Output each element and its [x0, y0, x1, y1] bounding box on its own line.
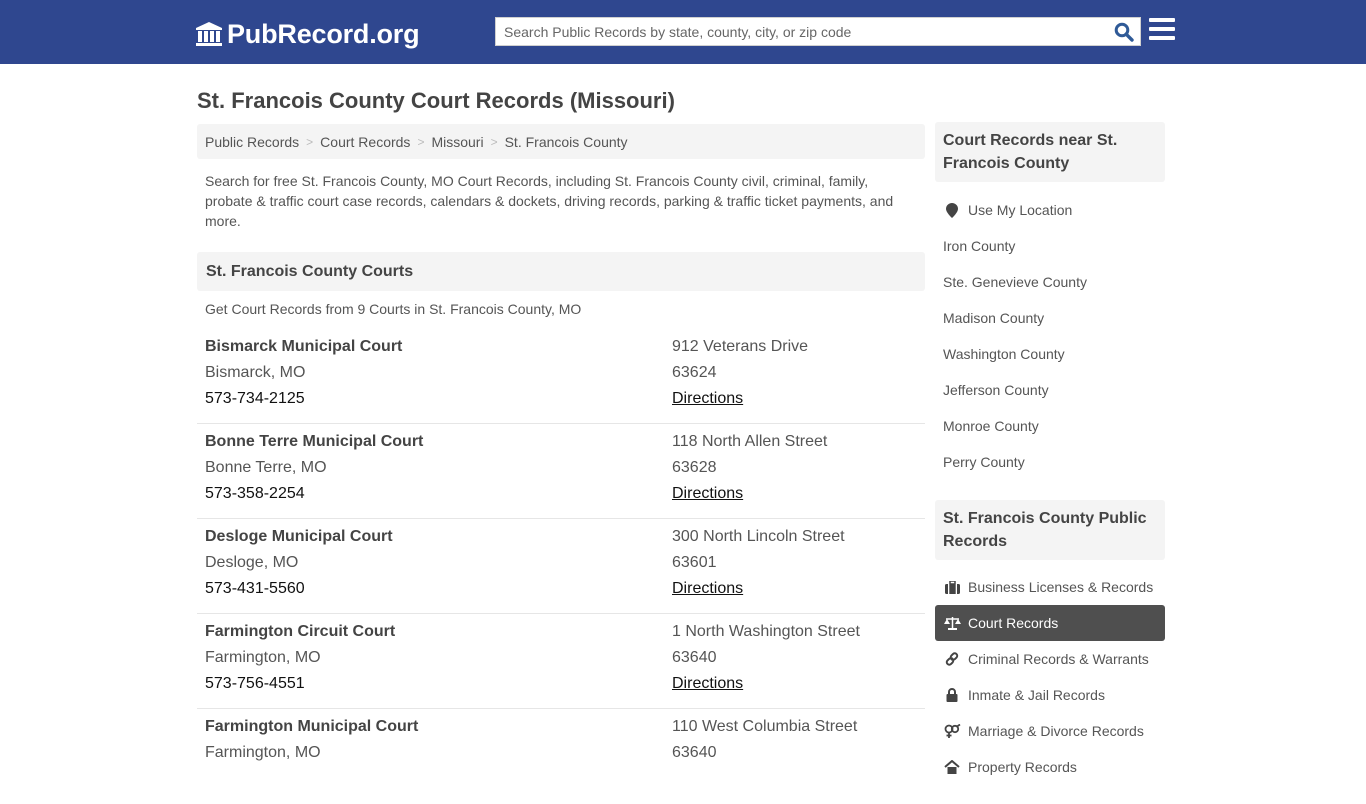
courts-section-heading: St. Francois County Courts [197, 252, 925, 291]
nearby-county-link[interactable]: Perry County [935, 444, 1165, 480]
nearby-county-link[interactable]: Madison County [935, 300, 1165, 336]
search-icon [1114, 22, 1134, 42]
courthouse-icon [196, 22, 222, 46]
courts-subtitle: Get Court Records from 9 Courts in St. F… [205, 301, 582, 317]
court-address: 1 North Washington Street [672, 623, 860, 640]
court-city: Farmington, MO [205, 744, 321, 761]
breadcrumb-separator: > [306, 134, 314, 149]
court-phone[interactable]: 573-431-5560 [205, 580, 305, 598]
logo-text: PubRecord.org [227, 18, 420, 49]
sidebar-item-criminal-records[interactable]: Criminal Records & Warrants [935, 641, 1165, 677]
court-item: Bonne Terre Municipal Court Bonne Terre,… [197, 424, 925, 519]
sidebar-item-court-records[interactable]: Court Records [935, 605, 1165, 641]
site-logo[interactable]: PubRecord.org [195, 17, 420, 51]
directions-link[interactable]: Directions [672, 675, 743, 693]
court-phone[interactable]: 573-756-4551 [205, 675, 305, 693]
directions-link[interactable]: Directions [672, 390, 743, 408]
court-zip: 63628 [672, 459, 717, 476]
court-city: Farmington, MO [205, 649, 321, 666]
lock-icon [943, 687, 961, 703]
briefcase-icon [943, 579, 961, 595]
court-zip: 63640 [672, 744, 717, 761]
court-address: 912 Veterans Drive [672, 338, 809, 355]
court-name[interactable]: Desloge Municipal Court [205, 528, 393, 546]
directions-link[interactable]: Directions [672, 485, 743, 503]
use-my-location-link[interactable]: Use My Location [935, 192, 1165, 228]
court-phone[interactable]: 573-734-2125 [205, 390, 305, 408]
use-my-location-label: Use My Location [968, 202, 1073, 218]
court-address: 110 West Columbia Street [672, 718, 858, 735]
breadcrumb-missouri[interactable]: Missouri [431, 134, 483, 150]
directions-link[interactable]: Directions [672, 580, 743, 598]
breadcrumb-separator: > [490, 134, 498, 149]
search-box [495, 17, 1141, 46]
breadcrumb-separator: > [417, 134, 425, 149]
court-address: 118 North Allen Street [672, 433, 828, 450]
sidebar-item-label: Inmate & Jail Records [968, 687, 1105, 703]
public-records-heading: St. Francois County Public Records [935, 500, 1165, 560]
court-address: 300 North Lincoln Street [672, 528, 845, 545]
court-name[interactable]: Bismarck Municipal Court [205, 338, 402, 356]
nearby-county-link[interactable]: Jefferson County [935, 372, 1165, 408]
court-name[interactable]: Farmington Municipal Court [205, 718, 418, 736]
court-item: Farmington Municipal Court Farmington, M… [197, 709, 925, 804]
sidebar-item-label: Court Records [968, 615, 1059, 631]
nearby-heading: Court Records near St. Francois County [935, 122, 1165, 182]
hamburger-menu-icon[interactable] [1149, 18, 1175, 42]
top-navbar: PubRecord.org [0, 0, 1366, 64]
scales-icon [943, 615, 961, 631]
court-city: Bismarck, MO [205, 364, 306, 381]
sidebar-item-marriage-records[interactable]: Marriage & Divorce Records [935, 713, 1165, 749]
court-item: Desloge Municipal Court Desloge, MO 573-… [197, 519, 925, 614]
home-icon [943, 759, 961, 775]
sidebar-item-label: Marriage & Divorce Records [968, 723, 1144, 739]
court-item: Farmington Circuit Court Farmington, MO … [197, 614, 925, 709]
sidebar-item-label: Property Records [968, 759, 1077, 775]
court-city: Desloge, MO [205, 554, 299, 571]
breadcrumb: Public Records > Court Records > Missour… [197, 124, 925, 159]
sidebar-item-property-records[interactable]: Property Records [935, 749, 1165, 785]
sidebar-item-label: Business Licenses & Records [968, 579, 1154, 595]
nearby-county-link[interactable]: Ste. Genevieve County [935, 264, 1165, 300]
nearby-county-link[interactable]: Iron County [935, 228, 1165, 264]
court-zip: 63601 [672, 554, 717, 571]
sidebar-item-inmate-records[interactable]: Inmate & Jail Records [935, 677, 1165, 713]
gender-icon [943, 723, 961, 739]
court-city: Bonne Terre, MO [205, 459, 327, 476]
nearby-county-link[interactable]: Monroe County [935, 408, 1165, 444]
court-item: Bismarck Municipal Court Bismarck, MO 57… [197, 329, 925, 424]
sidebar-item-label: Criminal Records & Warrants [968, 651, 1149, 667]
breadcrumb-county[interactable]: St. Francois County [505, 134, 628, 150]
court-zip: 63640 [672, 649, 717, 666]
page-title: St. Francois County Court Records (Misso… [197, 88, 675, 113]
breadcrumb-court-records[interactable]: Court Records [320, 134, 410, 150]
link-icon [943, 651, 961, 667]
breadcrumb-public-records[interactable]: Public Records [205, 134, 299, 150]
court-zip: 63624 [672, 364, 717, 381]
sidebar-item-business-licenses[interactable]: Business Licenses & Records [935, 569, 1165, 605]
search-input[interactable] [496, 18, 1106, 45]
court-phone[interactable]: 573-358-2254 [205, 485, 305, 503]
map-marker-icon [943, 202, 961, 218]
court-name[interactable]: Farmington Circuit Court [205, 623, 395, 641]
search-button[interactable] [1112, 21, 1136, 43]
court-name[interactable]: Bonne Terre Municipal Court [205, 433, 423, 451]
nearby-county-link[interactable]: Washington County [935, 336, 1165, 372]
intro-text: Search for free St. Francois County, MO … [205, 173, 894, 229]
